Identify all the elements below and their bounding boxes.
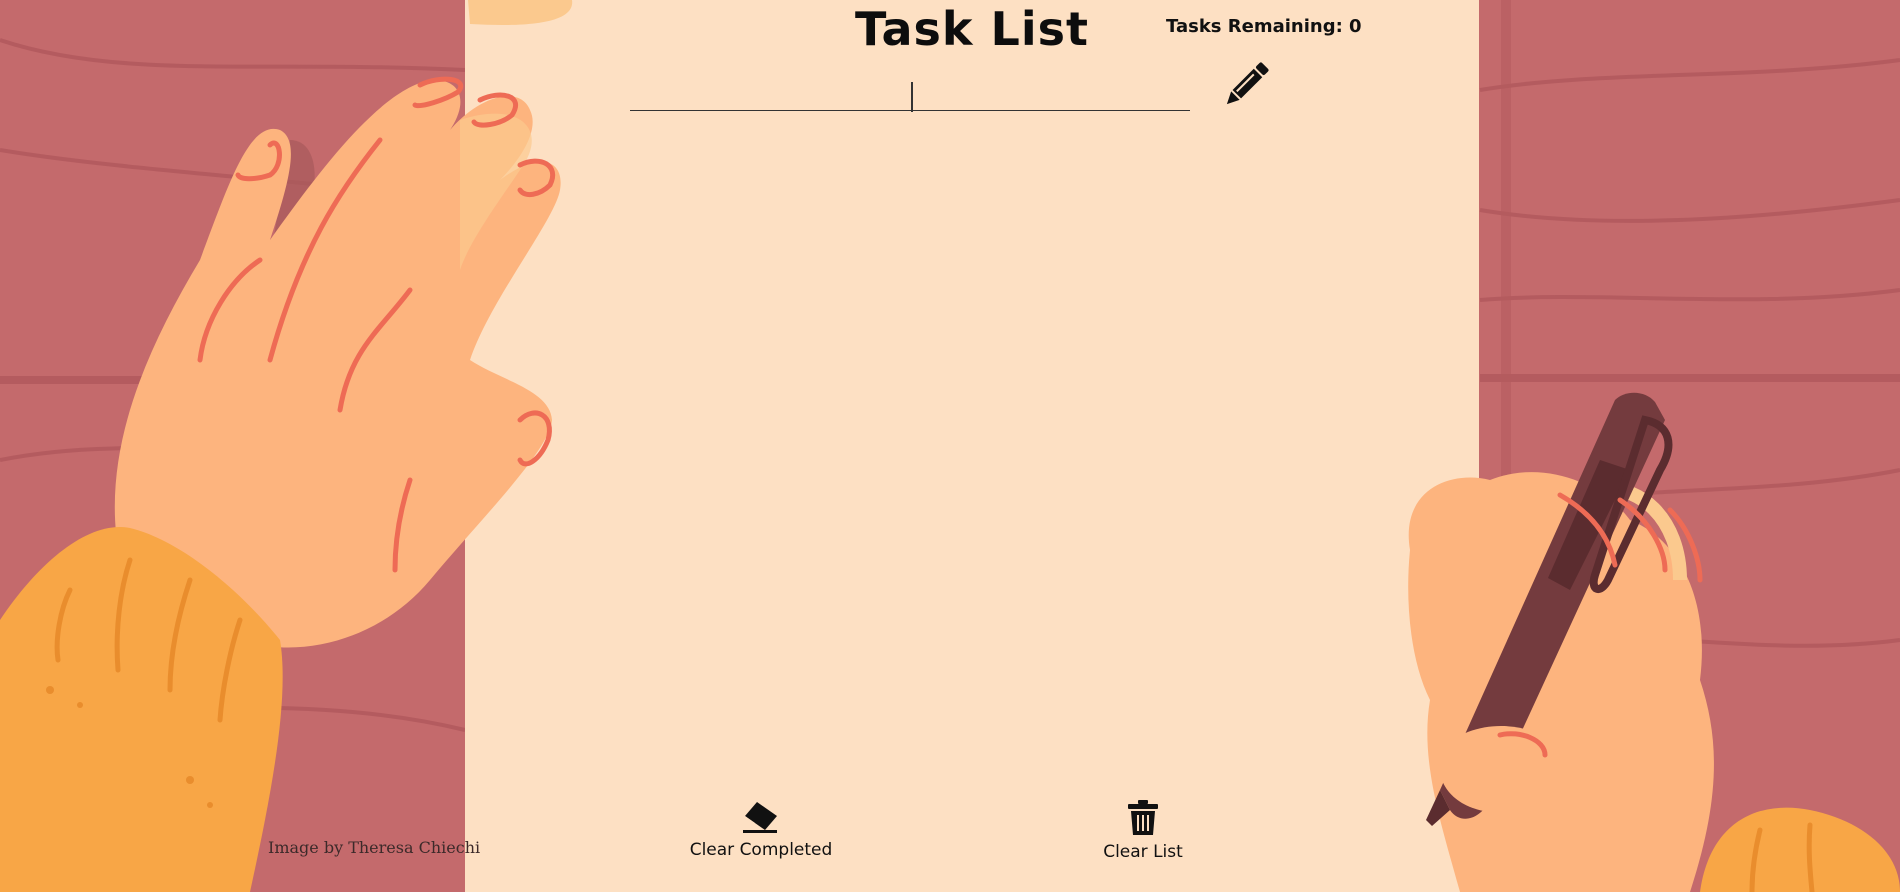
right-hand-with-pen-illustration bbox=[1408, 392, 1900, 892]
clear-list-label: Clear List bbox=[1103, 842, 1183, 862]
eraser-icon bbox=[743, 802, 777, 833]
clear-completed-label: Clear Completed bbox=[689, 840, 833, 860]
add-task-button[interactable] bbox=[1217, 56, 1275, 114]
image-credit: Image by Theresa Chiechi bbox=[268, 838, 481, 857]
tasks-remaining-counter: Tasks Remaining: 0 bbox=[1166, 16, 1362, 37]
clear-completed-button[interactable]: Clear Completed bbox=[671, 800, 851, 860]
paper-sheet: Task List Tasks Remaining: 0 Clear Compl… bbox=[465, 0, 1479, 892]
clear-list-button[interactable]: Clear List bbox=[1053, 800, 1233, 862]
pencil-icon bbox=[1226, 62, 1269, 105]
task-input[interactable] bbox=[630, 78, 1190, 111]
text-cursor bbox=[911, 82, 913, 112]
left-hand-illustration bbox=[0, 0, 573, 892]
trash-icon bbox=[1128, 800, 1158, 835]
